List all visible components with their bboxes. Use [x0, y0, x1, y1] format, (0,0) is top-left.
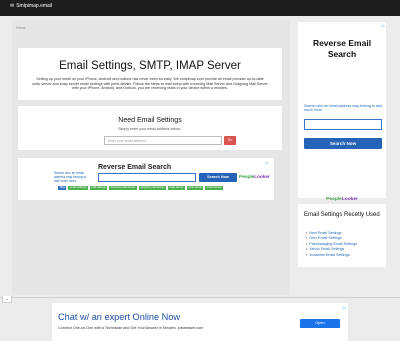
tag-item[interactable]: email server	[205, 186, 223, 191]
ad-choices-icon[interactable]: ▷	[264, 160, 270, 166]
sidebar-reverse-email-ad[interactable]: ▷ Reverse Email Search Search who an ema…	[298, 22, 386, 202]
recent-settings-card: Email Settings Recetly Used • Next Email …	[298, 204, 386, 267]
hero-description: Setting up your email on your iPhone, An…	[32, 77, 268, 91]
ad-search-button[interactable]: Search Now	[199, 173, 237, 182]
email-input[interactable]: Enter your email address...	[104, 136, 222, 145]
open-button[interactable]: Open	[300, 319, 340, 328]
envelope-icon: ✉	[10, 3, 15, 9]
brand-link[interactable]: ✉ Smtpimap.email	[10, 3, 52, 9]
recent-settings-title: Email Settings Recetly Used	[304, 212, 380, 218]
hero-card: Email Settings, SMTP, IMAP Server Settin…	[18, 48, 282, 100]
tag-list: Tags email settings mail settings incomi…	[58, 186, 223, 191]
main-content: Home Email Settings, SMTP, IMAP Server S…	[12, 20, 290, 295]
go-button[interactable]: Go	[224, 136, 236, 145]
chevron-down-icon[interactable]: ⌄	[2, 296, 12, 303]
tag-item[interactable]: imap server	[167, 186, 185, 191]
tag-item[interactable]: incoming mail server	[109, 186, 137, 191]
peoplelooker-logo: PeopleLooker	[326, 197, 358, 202]
list-item[interactable]: • Vodafone Email Settings	[306, 253, 357, 258]
tag-item[interactable]: email settings	[68, 186, 88, 191]
ad-note: Search who an email address may belong t…	[54, 171, 87, 183]
need-settings-card: Need Email Settings Simply enter your em…	[18, 106, 282, 150]
page-title: Email Settings, SMTP, IMAP Server	[59, 60, 241, 72]
tag-item[interactable]: smtp server	[186, 186, 204, 191]
need-settings-title: Need Email Settings	[118, 117, 182, 124]
tag-item[interactable]: mail settings	[89, 186, 108, 191]
need-settings-subtitle: Simply enter your email address below..	[118, 126, 182, 131]
bottom-ad-headline[interactable]: Chat w/ an expert Online Now	[58, 312, 180, 322]
tag-item: Tags	[58, 186, 67, 191]
sidebar-ad-title: Reverse Email Search	[312, 38, 372, 59]
top-navbar: ✉ Smtpimap.email	[0, 0, 400, 16]
sidebar-ad-note: Search who an email address may belong t…	[304, 104, 382, 113]
ad-choices-icon[interactable]: ▷	[343, 305, 346, 310]
bottom-ad-banner[interactable]: ▷ Chat w/ an expert Online Now Connect O…	[52, 303, 348, 341]
peoplelooker-logo: PeopleLooker	[239, 175, 270, 180]
sidebar-ad-search-button[interactable]: Search Now	[304, 138, 382, 149]
breadcrumb-home[interactable]: Home	[16, 26, 26, 30]
bottom-ad-subtext: Connect One-on-One with a Technician and…	[58, 326, 204, 330]
ad-search-input[interactable]	[98, 173, 196, 182]
reverse-email-ad[interactable]: ▷ Search who an email address may belong…	[18, 158, 274, 200]
tag-item[interactable]: outgoing mail server	[138, 186, 166, 191]
sidebar-ad-search-input[interactable]	[304, 119, 382, 130]
ad-choices-icon[interactable]: ▷	[382, 23, 385, 28]
recent-settings-list: • Next Email Settings • Gmx Email Settings…	[306, 231, 357, 258]
divider	[0, 297, 400, 298]
ad-title: Reverse Email Search	[98, 164, 172, 171]
brand-name: Smtpimap.email	[16, 3, 53, 9]
